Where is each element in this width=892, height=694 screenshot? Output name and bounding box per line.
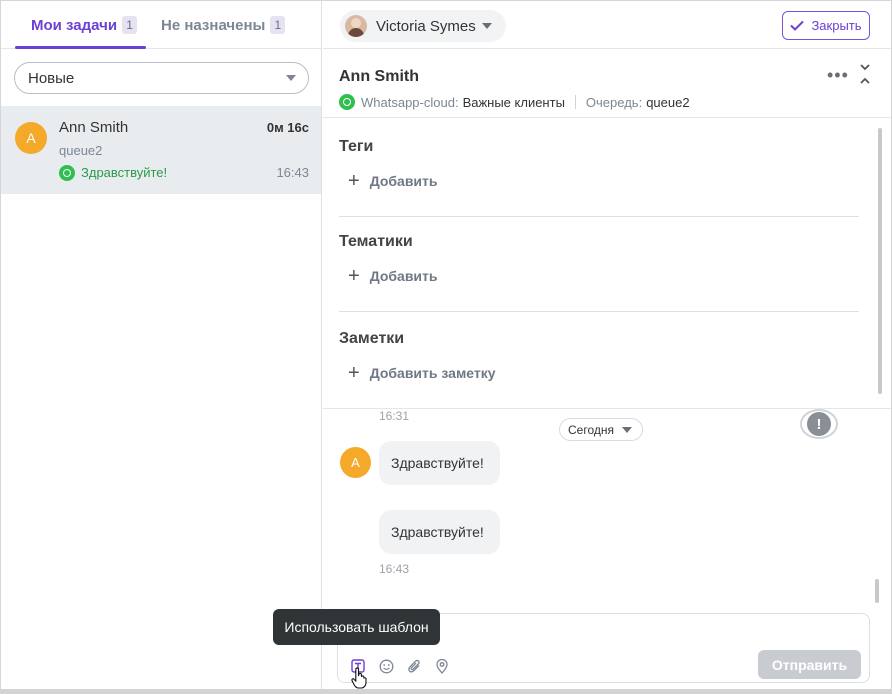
- chevron-down-icon: [286, 75, 296, 81]
- divider: [339, 216, 859, 217]
- alert-icon[interactable]: !: [800, 409, 838, 439]
- chat-history: 16:31 Сегодня ! A Здравствуйте! Здравств…: [323, 409, 891, 609]
- add-note-button[interactable]: + Добавить заметку: [348, 363, 496, 383]
- add-note-label: Добавить заметку: [369, 365, 496, 381]
- conversation-panel: Victoria Symes Закрыть Ann Smith ••• Wha…: [323, 1, 891, 689]
- task-tabs: Мои задачи 1 Не назначены 1: [1, 1, 322, 49]
- whatsapp-icon: [59, 165, 75, 181]
- avatar: A: [15, 122, 47, 154]
- channel-value: Важные клиенты: [462, 94, 565, 110]
- add-topic-button[interactable]: + Добавить: [348, 266, 438, 286]
- tab-unassigned-count: 1: [270, 16, 286, 34]
- notes-title: Заметки: [339, 330, 405, 347]
- queue-label: Очередь:: [585, 94, 643, 110]
- scrollbar-thumb[interactable]: [878, 128, 882, 394]
- hand-cursor-icon: [351, 667, 367, 689]
- message-time: 16:31: [379, 409, 410, 423]
- agent-select[interactable]: Victoria Symes: [340, 10, 506, 42]
- tab-unassigned-label: Не назначены: [161, 16, 266, 34]
- tags-title: Теги: [339, 138, 374, 155]
- plus-icon: +: [348, 362, 360, 384]
- chevron-down-icon: [622, 427, 632, 433]
- tab-my-tasks[interactable]: Мои задачи 1: [31, 1, 138, 49]
- location-icon[interactable]: [434, 658, 450, 674]
- chat-scrollbar[interactable]: [874, 413, 880, 605]
- client-info-area: Теги + Добавить Тематики + Добавить Заме…: [323, 117, 891, 409]
- status-filter-value: Новые: [28, 69, 75, 87]
- add-tag-button[interactable]: + Добавить: [348, 171, 438, 191]
- client-name: Ann Smith: [339, 68, 419, 85]
- task-last-message: Здравствуйте!: [81, 165, 168, 180]
- status-filter-select[interactable]: Новые: [14, 62, 309, 94]
- chevron-down-icon: [482, 23, 492, 29]
- plus-icon: +: [348, 170, 360, 192]
- queue-value: queue2: [646, 94, 690, 110]
- send-button[interactable]: Отправить: [758, 650, 861, 679]
- tab-my-tasks-count: 1: [122, 16, 138, 34]
- add-tag-label: Добавить: [369, 173, 438, 189]
- channel-label: Whatsapp-cloud:: [361, 94, 459, 110]
- emoji-icon[interactable]: [378, 658, 394, 674]
- date-chip-label: Сегодня: [568, 422, 614, 437]
- tab-unassigned[interactable]: Не назначены 1: [161, 1, 286, 49]
- client-header: Ann Smith ••• Whatsapp-cloud: Важные кли…: [339, 61, 874, 111]
- window-bottom-border: [1, 689, 892, 694]
- divider: [339, 311, 859, 312]
- app-window: Мои задачи 1 Не назначены 1 Новые A Ann …: [0, 0, 892, 694]
- check-icon: [790, 20, 805, 31]
- task-list-item[interactable]: A Ann Smith 0м 16с queue2 Здравствуйте! …: [1, 106, 321, 194]
- agent-name: Victoria Symes: [376, 17, 476, 35]
- task-elapsed-time: 0м 16с: [266, 120, 309, 135]
- message-bubble: Здравствуйте!: [379, 441, 500, 485]
- divider: [574, 95, 576, 109]
- message-bubble: Здравствуйте!: [379, 510, 500, 554]
- plus-icon: +: [348, 265, 360, 287]
- info-scrollbar[interactable]: [877, 124, 883, 402]
- task-queue: queue2: [59, 143, 103, 158]
- avatar: [345, 15, 367, 37]
- collapse-icon[interactable]: [859, 63, 871, 85]
- close-button[interactable]: Закрыть: [782, 11, 870, 40]
- active-tab-indicator: [15, 46, 146, 49]
- conversation-topbar: Victoria Symes Закрыть: [323, 1, 891, 49]
- avatar: A: [340, 447, 371, 478]
- date-chip[interactable]: Сегодня: [559, 418, 643, 441]
- message-time: 16:43: [379, 562, 410, 576]
- task-message-time: 16:43: [276, 165, 309, 180]
- tab-my-tasks-label: Мои задачи: [31, 16, 118, 34]
- scrollbar-thumb[interactable]: [875, 579, 879, 603]
- task-list-panel: Мои задачи 1 Не назначены 1 Новые A Ann …: [1, 1, 322, 689]
- whatsapp-icon: [339, 94, 355, 110]
- task-client-name: Ann Smith: [59, 119, 129, 136]
- close-button-label: Закрыть: [811, 18, 862, 33]
- template-tooltip: Использовать шаблон: [273, 609, 440, 645]
- add-topic-label: Добавить: [369, 268, 438, 284]
- alert-symbol: !: [807, 412, 831, 436]
- more-icon[interactable]: •••: [827, 65, 849, 86]
- attach-icon[interactable]: [406, 658, 422, 674]
- channel-info: Whatsapp-cloud: Важные клиенты Очередь: …: [339, 94, 690, 110]
- topics-title: Тематики: [339, 233, 413, 250]
